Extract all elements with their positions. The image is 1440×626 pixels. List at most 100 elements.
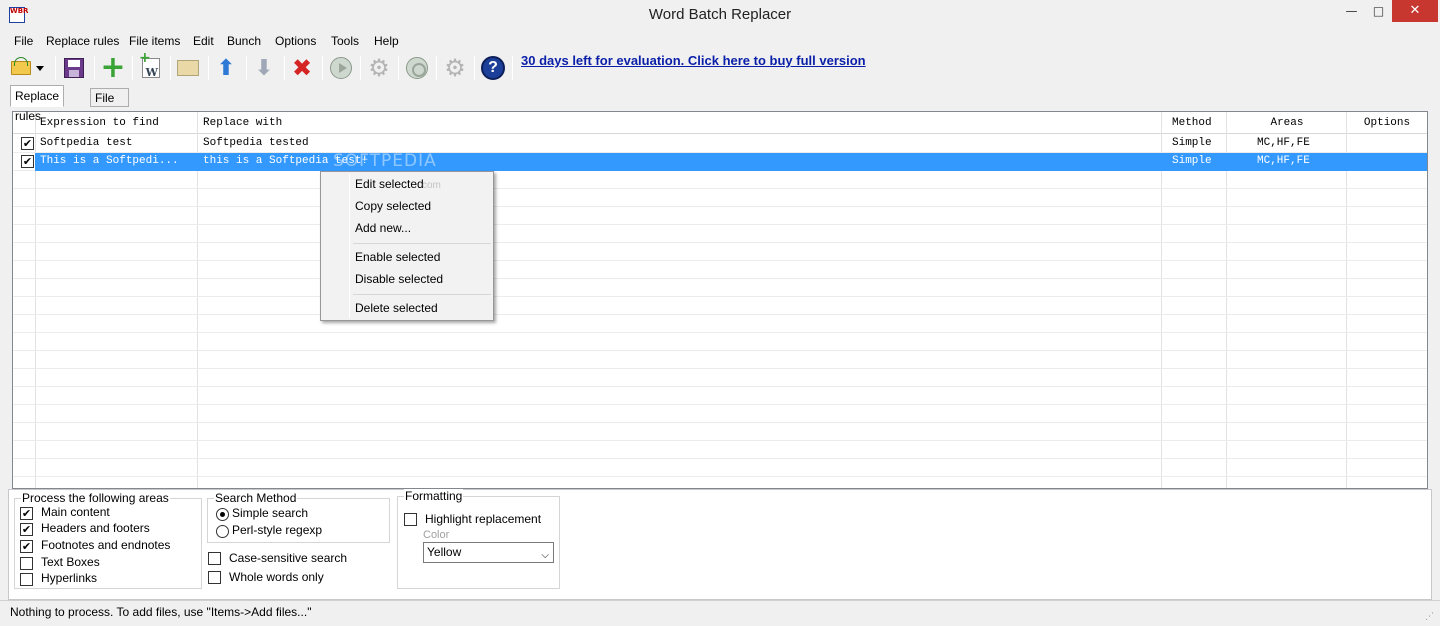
maximize-button[interactable]: □ (1365, 0, 1392, 22)
add-folder-icon[interactable] (174, 54, 202, 82)
simple-search-label: Simple search (232, 506, 309, 520)
menu-separator (353, 294, 491, 295)
perl-regexp-label: Perl-style regexp (232, 523, 323, 537)
toolbar-separator (208, 56, 209, 80)
status-bar: Nothing to process. To add files, use "I… (0, 600, 1440, 626)
open-folder-icon[interactable] (7, 54, 35, 82)
row-divider (13, 206, 1427, 207)
menu-item-delete-selected[interactable]: Delete selected (355, 301, 438, 315)
cell-areas: MC,HF,FE (1257, 155, 1310, 167)
options-icon[interactable]: ⚙ (441, 54, 469, 82)
column-header-areas[interactable]: Areas (1227, 117, 1347, 129)
run-icon[interactable] (327, 54, 355, 82)
column-header-replace[interactable]: Replace with (203, 117, 282, 129)
toolbar-separator (55, 56, 56, 80)
status-text: Nothing to process. To add files, use "I… (10, 605, 312, 619)
toolbar-separator (360, 56, 361, 80)
tab-replace-rules[interactable]: Replace rules (10, 85, 65, 123)
preview-icon[interactable] (403, 54, 431, 82)
minimize-button[interactable]: — (1338, 0, 1365, 22)
table-row-selected[interactable]: This is a Softpedi... this is a Softpedi… (35, 153, 1427, 171)
menu-item-enable-selected[interactable]: Enable selected (355, 250, 440, 264)
add-rule-icon[interactable]: + (99, 53, 127, 83)
toolbar-separator (246, 56, 247, 80)
dropdown-arrow-icon[interactable] (33, 54, 47, 82)
add-word-file-icon[interactable]: W (137, 51, 165, 82)
color-select[interactable]: Yellow ⌵ (423, 542, 554, 563)
table-row[interactable]: ✔ Softpedia test Softpedia tested Simple… (13, 135, 1427, 153)
whole-words-checkbox[interactable] (208, 571, 221, 584)
case-sensitive-label: Case-sensitive search (229, 551, 348, 565)
chevron-down-icon: ⌵ (541, 550, 549, 561)
formatting-group: Formatting Highlight replacement Color Y… (397, 489, 560, 589)
grid-header: Expression to find Replace with Method A… (13, 112, 1427, 134)
menu-tools[interactable]: Tools (331, 34, 359, 48)
main-content-label: Main content (41, 505, 110, 519)
menu-edit[interactable]: Edit (193, 34, 214, 48)
menu-item-copy-selected[interactable]: Copy selected (355, 199, 431, 213)
highlight-replacement-checkbox[interactable] (404, 513, 417, 526)
toolbar-separator (284, 56, 285, 80)
menu-file-items[interactable]: File items (129, 34, 180, 48)
simple-search-radio[interactable] (216, 508, 229, 521)
help-icon[interactable]: ? (479, 54, 507, 82)
formatting-title: Formatting (404, 489, 464, 503)
save-icon[interactable] (60, 54, 88, 82)
move-down-icon[interactable]: ⬇ (250, 54, 278, 82)
toolbar-separator (512, 56, 513, 80)
column-header-find[interactable]: Expression to find (40, 117, 159, 129)
menu-bar: File Replace rules File items Edit Bunch… (0, 31, 1440, 51)
toolbar-separator (436, 56, 437, 80)
row-divider (13, 404, 1427, 405)
menu-bunch[interactable]: Bunch (227, 34, 261, 48)
delete-icon[interactable]: ✖ (288, 54, 316, 82)
row-divider (13, 188, 1427, 189)
main-content-checkbox[interactable]: ✔ (20, 507, 33, 520)
areas-group: Process the following areas ✔ Main conte… (14, 491, 202, 589)
resize-grip-icon[interactable]: ⋰ (1425, 612, 1434, 622)
rule-enabled-checkbox[interactable]: ✔ (21, 155, 34, 168)
headers-footers-checkbox[interactable]: ✔ (20, 523, 33, 536)
softpedia-watermark: SOFTPEDIA (333, 151, 437, 171)
perl-regexp-radio[interactable] (216, 525, 229, 538)
hyperlinks-label: Hyperlinks (41, 571, 98, 585)
row-divider (13, 350, 1427, 351)
settings-icon[interactable]: ⚙ (365, 54, 393, 82)
close-button[interactable]: ✕ (1392, 0, 1438, 22)
row-divider (13, 386, 1427, 387)
headers-footers-label: Headers and footers (41, 521, 150, 535)
column-header-method[interactable]: Method (1172, 117, 1212, 129)
context-menu: Edit selected com Copy selected Add new.… (320, 171, 494, 321)
toolbar: + W ⬆ ⬇ ✖ ⚙ ⚙ ? 30 days left for evaluat… (0, 51, 1440, 85)
move-up-icon[interactable]: ⬆ (212, 54, 240, 82)
menu-item-edit-selected[interactable]: Edit selected (355, 177, 424, 191)
menu-item-add-new[interactable]: Add new... (355, 221, 411, 235)
toolbar-separator (322, 56, 323, 80)
row-divider (13, 440, 1427, 441)
rule-enabled-checkbox[interactable]: ✔ (21, 137, 34, 150)
search-method-group: Search Method Simple search Perl-style r… (207, 491, 390, 543)
row-divider (13, 422, 1427, 423)
buy-full-version-link[interactable]: 30 days left for evaluation. Click here … (521, 53, 866, 68)
menu-options[interactable]: Options (275, 34, 316, 48)
menu-replace-rules[interactable]: Replace rules (46, 34, 119, 48)
highlight-replacement-label: Highlight replacement (425, 512, 542, 526)
menu-help[interactable]: Help (374, 34, 399, 48)
cell-areas: MC,HF,FE (1257, 137, 1310, 149)
hyperlinks-checkbox[interactable] (20, 573, 33, 586)
tab-file-items[interactable]: File items (90, 88, 129, 123)
menu-gutter (349, 174, 350, 318)
options-panel: Process the following areas ✔ Main conte… (8, 489, 1432, 600)
case-sensitive-checkbox[interactable] (208, 552, 221, 565)
column-header-options[interactable]: Options (1347, 117, 1427, 129)
footnotes-checkbox[interactable]: ✔ (20, 540, 33, 553)
cell-find: This is a Softpedi... (40, 155, 179, 167)
toolbar-separator (474, 56, 475, 80)
menu-file[interactable]: File (14, 34, 33, 48)
window-title: Word Batch Replacer (648, 6, 792, 23)
text-boxes-checkbox[interactable] (20, 557, 33, 570)
rules-grid[interactable]: Expression to find Replace with Method A… (12, 111, 1428, 489)
row-divider (13, 458, 1427, 459)
toolbar-separator (132, 56, 133, 80)
menu-item-disable-selected[interactable]: Disable selected (355, 272, 443, 286)
